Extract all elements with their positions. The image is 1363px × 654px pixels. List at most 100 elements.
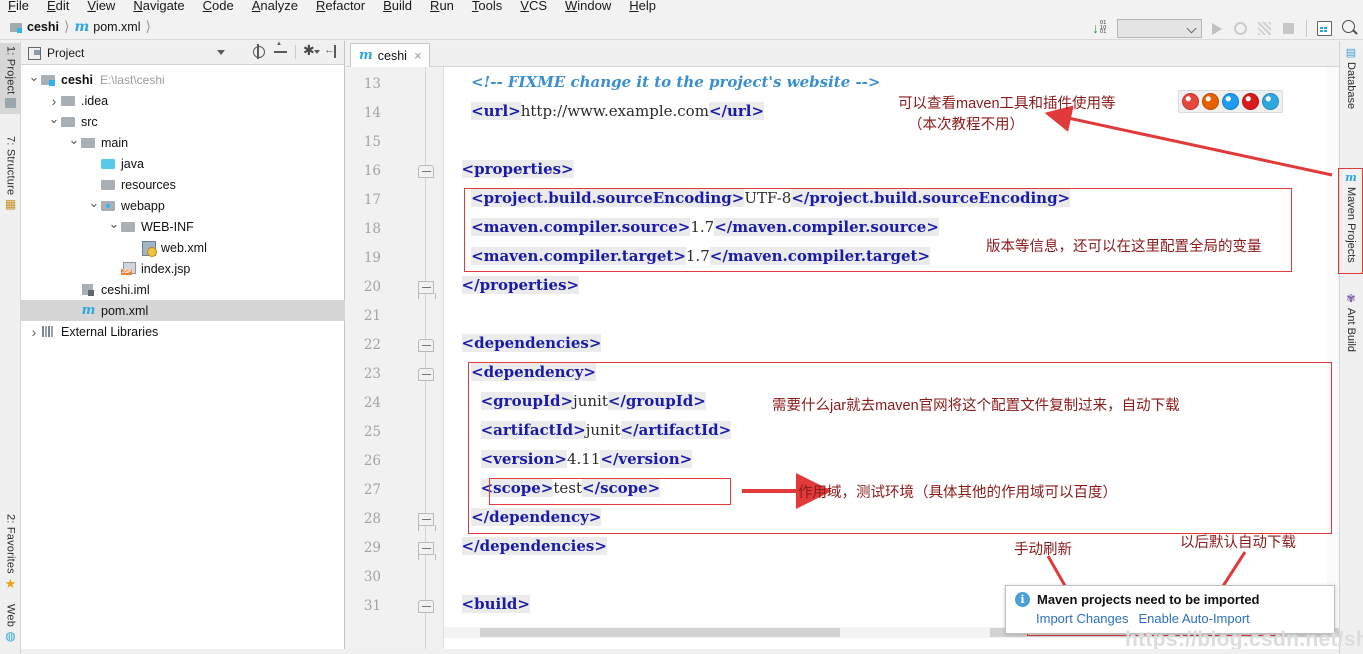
left-stripe-tab-favorites[interactable]: 2: Favorites ★ bbox=[0, 511, 21, 594]
chevron-closed-icon[interactable] bbox=[27, 324, 41, 340]
run-button[interactable] bbox=[1207, 19, 1226, 38]
menu-item-code[interactable]: Code bbox=[203, 0, 234, 13]
tree-node-web-inf[interactable]: WEB-INF bbox=[21, 216, 345, 237]
enable-auto-import-link[interactable]: Enable Auto-Import bbox=[1139, 611, 1250, 626]
fold-marker[interactable] bbox=[418, 165, 434, 178]
fold-marker[interactable] bbox=[418, 368, 434, 381]
tree-node-resources[interactable]: resources bbox=[21, 174, 345, 195]
menu-item-navigate[interactable]: Navigate bbox=[133, 0, 184, 13]
stop-button[interactable] bbox=[1279, 19, 1298, 38]
fold-marker[interactable] bbox=[418, 339, 434, 352]
menu-item-analyze[interactable]: Analyze bbox=[252, 0, 298, 13]
hscroll-thumb[interactable] bbox=[480, 628, 840, 637]
tree-node-main[interactable]: main bbox=[21, 132, 345, 153]
run-coverage-button[interactable] bbox=[1255, 19, 1274, 38]
project-tree: ceshi E:\last\ceshi .idea src main java resour… bbox=[21, 65, 345, 654]
tree-node-label: main bbox=[101, 135, 129, 150]
tree-node-ceshi-iml[interactable]: ceshi.iml bbox=[21, 279, 345, 300]
run-configuration-select[interactable] bbox=[1117, 18, 1202, 38]
menu-item-view[interactable]: View bbox=[87, 0, 115, 13]
import-changes-link[interactable]: Import Changes bbox=[1036, 611, 1129, 626]
left-stripe-tab-structure[interactable]: 7: Structure ▦ bbox=[0, 133, 21, 214]
chevron-open-icon[interactable] bbox=[67, 135, 81, 151]
gear-icon[interactable] bbox=[303, 42, 320, 59]
menu-item-window[interactable]: Window bbox=[565, 0, 611, 13]
line-number: 19 bbox=[363, 250, 381, 266]
chevron-open-icon[interactable] bbox=[107, 219, 121, 235]
hide-panel-icon[interactable] bbox=[324, 44, 340, 59]
line-number: 21 bbox=[363, 308, 381, 324]
database-icon[interactable] bbox=[1315, 19, 1334, 38]
safari-icon[interactable] bbox=[1222, 93, 1239, 110]
database-icon: ▤ bbox=[1345, 47, 1357, 59]
tree-node-path: E:\last\ceshi bbox=[99, 72, 165, 87]
menu-item-file[interactable]: File bbox=[8, 0, 29, 13]
project-icon bbox=[5, 98, 16, 111]
code-content[interactable]: <!-- FIXME change it to the project's we… bbox=[444, 67, 1339, 654]
search-icon[interactable] bbox=[1339, 18, 1359, 38]
tree-node-label: java bbox=[121, 156, 144, 171]
editor-tab-ceshi[interactable]: m ceshi × bbox=[350, 43, 430, 68]
left-stripe-tab-web[interactable]: Web ◍ bbox=[0, 601, 21, 646]
fold-marker[interactable] bbox=[418, 281, 436, 299]
update-project-icon[interactable]: ↓ 01 10 01 bbox=[1090, 19, 1112, 37]
menu-item-tools[interactable]: Tools bbox=[472, 0, 502, 13]
right-stripe-tab-antbuild[interactable]: ✾ Ant Build bbox=[1339, 289, 1363, 355]
left-stripe-tab-project[interactable]: 1: Project bbox=[0, 43, 21, 115]
tree-node-pom-xml[interactable]: m pom.xml bbox=[21, 300, 345, 321]
fold-marker[interactable] bbox=[418, 513, 436, 531]
code-token: </properties> bbox=[461, 276, 580, 294]
line-number: 29 bbox=[363, 540, 381, 556]
tree-node-label: index.jsp bbox=[141, 261, 191, 276]
code-token: </dependencies> bbox=[461, 537, 607, 555]
debug-button[interactable] bbox=[1231, 19, 1250, 38]
properties-highlight-box bbox=[464, 188, 1292, 272]
close-icon[interactable]: × bbox=[412, 48, 422, 63]
breadcrumb-file[interactable]: m pom.xml bbox=[74, 19, 140, 35]
notification-title: Maven projects need to be imported bbox=[1037, 592, 1260, 607]
scroll-from-source-icon[interactable] bbox=[251, 44, 266, 59]
code-line: <build> bbox=[452, 595, 530, 613]
tree-node-external-libraries[interactable]: External Libraries bbox=[21, 321, 345, 342]
chevron-open-icon[interactable] bbox=[87, 198, 101, 214]
right-stripe-tab-database[interactable]: ▤ Database bbox=[1339, 43, 1363, 112]
tree-node-web-xml[interactable]: web.xml bbox=[21, 237, 345, 258]
chevron-closed-icon[interactable] bbox=[47, 93, 61, 109]
tree-node-java[interactable]: java bbox=[21, 153, 345, 174]
editor-gutter[interactable]: 13 14 15 16 17 18 19 20 21 22 23 24 25 26 27 28 29 30 31 bbox=[346, 67, 444, 654]
menu-item-edit[interactable]: Edit bbox=[47, 0, 69, 13]
breadcrumb-project[interactable]: ceshi bbox=[10, 20, 59, 34]
chevron-down-icon[interactable] bbox=[217, 50, 225, 55]
menu-item-help[interactable]: Help bbox=[629, 0, 656, 13]
firefox-icon[interactable] bbox=[1202, 93, 1219, 110]
left-tool-stripe: 1: Project 7: Structure ▦ 2: Favorites ★ Web ◍ bbox=[0, 41, 21, 654]
chevron-open-icon[interactable] bbox=[47, 114, 61, 130]
tab-label: 1: Project bbox=[4, 46, 17, 95]
tree-node-ceshi[interactable]: ceshi E:\last\ceshi bbox=[21, 69, 345, 90]
fold-marker[interactable] bbox=[418, 542, 436, 560]
chrome-icon[interactable] bbox=[1182, 93, 1199, 110]
ie-icon[interactable] bbox=[1262, 93, 1279, 110]
menu-item-vcs[interactable]: VCS bbox=[520, 0, 547, 13]
scope-note: 作用域，测试环境（具体其他的作用域可以百度） bbox=[798, 485, 1117, 501]
tree-node-webapp[interactable]: webapp bbox=[21, 195, 345, 216]
menu-item-run[interactable]: Run bbox=[430, 0, 454, 13]
line-number: 30 bbox=[363, 569, 381, 585]
tree-node--idea[interactable]: .idea bbox=[21, 90, 345, 111]
folder-icon bbox=[121, 220, 136, 233]
dependency-note: 需要什么jar就去maven官网将这个配置文件复制过来，自动下载 bbox=[772, 398, 1180, 414]
editor-vertical-scrollbar[interactable] bbox=[1327, 67, 1339, 627]
opera-icon[interactable] bbox=[1242, 93, 1259, 110]
tree-node-label: .idea bbox=[81, 93, 109, 108]
tree-node-index-jsp[interactable]: index.jsp bbox=[21, 258, 345, 279]
tab-label: Ant Build bbox=[1345, 308, 1357, 353]
fold-marker[interactable] bbox=[418, 600, 434, 613]
xml-file-icon bbox=[141, 240, 157, 257]
menu-item-refactor[interactable]: Refactor bbox=[316, 0, 365, 13]
tree-node-src[interactable]: src bbox=[21, 111, 345, 132]
collapse-all-icon[interactable] bbox=[273, 41, 288, 59]
menu-item-build[interactable]: Build bbox=[383, 0, 412, 13]
line-number: 17 bbox=[363, 192, 381, 208]
chevron-open-icon[interactable] bbox=[27, 72, 41, 88]
